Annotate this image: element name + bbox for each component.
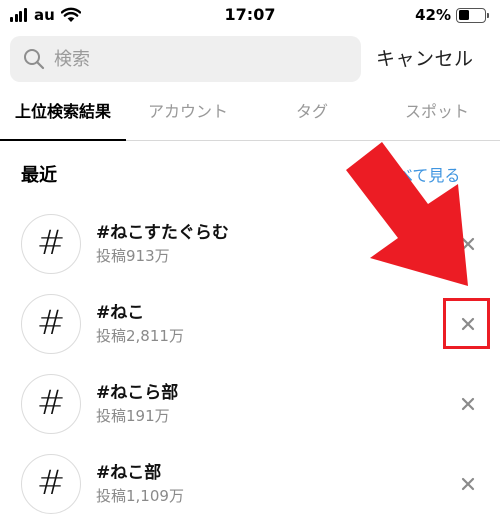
- recent-item-row[interactable]: # #ねこら部 投稿191万: [0, 374, 500, 454]
- hashtag-icon: #: [21, 294, 81, 354]
- tab-tags[interactable]: タグ: [250, 92, 374, 140]
- hashtag-name: #ねこら部: [96, 383, 179, 403]
- close-icon: [461, 477, 475, 491]
- search-input[interactable]: [54, 36, 354, 82]
- hashtag-post-count: 投稿913万: [96, 247, 170, 265]
- hashtag-post-count: 投稿191万: [96, 407, 170, 425]
- cancel-button[interactable]: キャンセル: [376, 44, 474, 71]
- tab-places[interactable]: スポット: [374, 92, 500, 140]
- hashtag-post-count: 投稿1,109万: [96, 487, 184, 505]
- recent-section-title: 最近: [21, 165, 57, 186]
- tab-top-results[interactable]: 上位検索結果: [0, 92, 126, 141]
- recent-item-row[interactable]: # #ねこ 投稿2,811万: [0, 294, 500, 374]
- highlight-box: [443, 298, 490, 349]
- remove-recent-button[interactable]: [455, 471, 481, 497]
- status-bar: au 17:07 42%: [0, 0, 500, 30]
- hashtag-post-count: 投稿2,811万: [96, 327, 184, 345]
- battery-percent: 42%: [415, 6, 451, 24]
- recent-item-row[interactable]: # #ねこ部 投稿1,109万: [0, 454, 500, 520]
- status-right: 42%: [415, 6, 489, 24]
- hashtag-icon: #: [21, 374, 81, 434]
- battery-icon: [456, 7, 489, 23]
- see-all-link[interactable]: べて見る: [397, 162, 460, 186]
- close-icon: [461, 397, 475, 411]
- remove-recent-button[interactable]: [455, 391, 481, 417]
- tab-accounts[interactable]: アカウント: [126, 92, 250, 140]
- search-bar[interactable]: [10, 36, 361, 82]
- hashtag-icon: #: [21, 454, 81, 514]
- search-icon: [24, 49, 45, 70]
- search-tabs: 上位検索結果 アカウント タグ スポット: [0, 92, 500, 141]
- battery-fill: [458, 10, 469, 20]
- hashtag-icon: #: [21, 214, 81, 274]
- hashtag-name: #ねこ部: [96, 463, 162, 483]
- hashtag-name: #ねこすたぐらむ: [96, 223, 229, 243]
- remove-recent-button[interactable]: [455, 231, 481, 257]
- hashtag-name: #ねこ: [96, 303, 145, 323]
- close-icon: [461, 237, 475, 251]
- recent-item-row[interactable]: # #ねこすたぐらむ 投稿913万: [0, 214, 500, 294]
- battery-cap: [486, 12, 489, 18]
